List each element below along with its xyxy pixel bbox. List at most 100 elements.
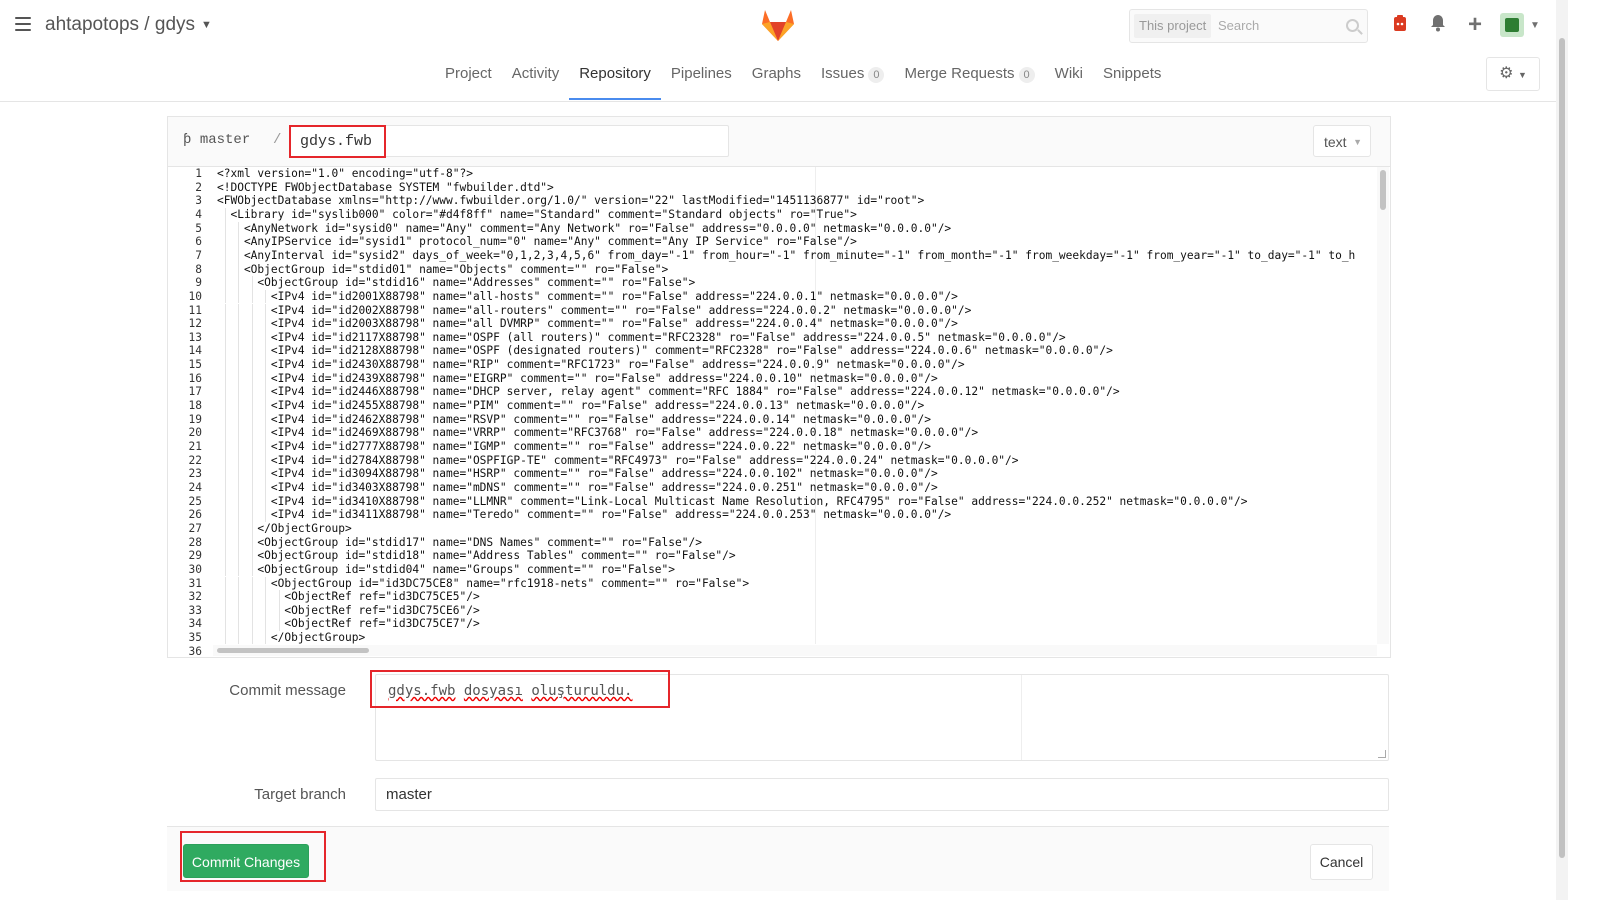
indent-guide: [224, 480, 226, 495]
indent-guide: [265, 330, 266, 345]
tab-issues[interactable]: Issues 0: [811, 52, 894, 98]
code-line[interactable]: <ObjectGroup id="id3DC75CE8" name="rfc19…: [217, 577, 749, 590]
indent-guide: [238, 617, 239, 632]
code-line[interactable]: <IPv4 id="id2002X88798" name="all-router…: [217, 304, 972, 317]
code-line[interactable]: <IPv4 id="id3403X88798" name="mDNS" comm…: [217, 481, 938, 494]
indent-guide: [251, 549, 253, 563]
tab-activity[interactable]: Activity: [502, 52, 570, 98]
code-line[interactable]: <IPv4 id="id2439X88798" name="EIGRP" com…: [217, 372, 938, 385]
indent-guide: [265, 303, 266, 318]
indent-guide: [224, 289, 226, 304]
indent-guide: [251, 508, 253, 522]
tab-wiki[interactable]: Wiki: [1045, 52, 1093, 98]
branch-indicator: ƥ master: [183, 132, 250, 148]
indent-guide: [238, 426, 239, 440]
code-line[interactable]: <IPv4 id="id2455X88798" name="PIM" comme…: [217, 399, 924, 412]
code-editor[interactable]: 1 2 3 4 5 6 7 8 9 10 11 12 13 14 15 16 17 18 19 20 21 22 23 24 2…: [167, 166, 1391, 658]
code-line[interactable]: <ObjectRef ref="id3DC75CE6"/>: [217, 604, 479, 617]
indent-guide: [265, 603, 266, 618]
code-line[interactable]: <ObjectGroup id="stdid16" name="Addresse…: [217, 276, 695, 289]
code-content[interactable]: <?xml version="1.0" encoding="utf-8"?> <!…: [217, 167, 1377, 644]
settings-dropdown-button[interactable]: ⚙ ▼: [1486, 57, 1540, 91]
tab-repository[interactable]: Repository: [569, 52, 661, 100]
page-scrollbar[interactable]: [1556, 0, 1568, 900]
code-line[interactable]: <IPv4 id="id2117X88798" name="OSPF (all …: [217, 331, 1066, 344]
code-line[interactable]: <ObjectRef ref="id3DC75CE7"/>: [217, 617, 479, 630]
code-line[interactable]: </ObjectGroup>: [217, 631, 365, 644]
indent-guide: [251, 440, 253, 454]
code-line[interactable]: <IPv4 id="id2001X88798" name="all-hosts"…: [217, 290, 958, 303]
editor-horizontal-scrollbar[interactable]: [213, 645, 1377, 656]
project-title[interactable]: ahtapotops / gdys ▼: [45, 14, 212, 36]
code-line[interactable]: <IPv4 id="id2462X88798" name="RSVP" comm…: [217, 413, 931, 426]
code-line[interactable]: <AnyIPService id="sysid1" protocol_num="…: [217, 235, 857, 248]
indent-guide: [238, 412, 239, 427]
code-line[interactable]: <IPv4 id="id2446X88798" name="DHCP serve…: [217, 385, 1120, 398]
plus-icon[interactable]: +: [1464, 13, 1486, 37]
target-branch-input[interactable]: master: [375, 778, 1389, 811]
code-line[interactable]: <ObjectGroup id="stdid01" name="Objects"…: [217, 263, 668, 276]
resize-handle-icon[interactable]: [1378, 750, 1386, 758]
code-line[interactable]: <FWObjectDatabase xmlns="http://www.fwbu…: [217, 194, 924, 207]
code-line[interactable]: <ObjectGroup id="stdid18" name="Address …: [217, 549, 735, 562]
indent-guide: [224, 330, 226, 345]
code-line[interactable]: <ObjectRef ref="id3DC75CE5"/>: [217, 590, 479, 603]
tab-snippets[interactable]: Snippets: [1093, 52, 1171, 98]
indent-guide: [265, 371, 266, 386]
code-line[interactable]: <IPv4 id="id2777X88798" name="IGMP" comm…: [217, 440, 931, 453]
code-line[interactable]: <Library id="syslib000" color="#d4f8ff" …: [217, 208, 856, 221]
indent-guide: [238, 631, 239, 644]
line-number: 4: [195, 207, 202, 221]
code-line[interactable]: <IPv4 id="id2003X88798" name="all DVMRP"…: [217, 317, 958, 330]
code-line[interactable]: <ObjectGroup id="stdid04" name="Groups" …: [217, 563, 675, 576]
line-number: 8: [195, 262, 202, 276]
todo-icon[interactable]: [1389, 14, 1411, 36]
code-line[interactable]: <!DOCTYPE FWObjectDatabase SYSTEM "fwbui…: [217, 181, 554, 194]
search-icon[interactable]: [1346, 19, 1359, 32]
tab-merge-requests[interactable]: Merge Requests 0: [894, 52, 1044, 98]
code-line[interactable]: <IPv4 id="id2784X88798" name="OSPFIGP-TE…: [217, 454, 1019, 467]
indent-guide: [238, 262, 239, 277]
line-number: 5: [195, 221, 202, 235]
line-number: 28: [188, 535, 202, 549]
code-line[interactable]: <IPv4 id="id2469X88798" name="VRRP" comm…: [217, 426, 978, 439]
cancel-button[interactable]: Cancel: [1310, 844, 1373, 880]
code-line[interactable]: <IPv4 id="id2430X88798" name="RIP" comme…: [217, 358, 965, 371]
code-line[interactable]: <IPv4 id="id3094X88798" name="HSRP" comm…: [217, 467, 938, 480]
indent-guide: [265, 508, 266, 522]
code-line[interactable]: <IPv4 id="id3410X88798" name="LLMNR" com…: [217, 495, 1248, 508]
code-line[interactable]: <IPv4 id="id3411X88798" name="Teredo" co…: [217, 508, 951, 521]
indent-guide: [224, 317, 226, 331]
bell-icon[interactable]: [1427, 14, 1449, 36]
line-number: 20: [188, 426, 202, 440]
editor-vertical-scrollbar[interactable]: [1377, 167, 1389, 644]
gitlab-logo[interactable]: [760, 8, 796, 42]
tab-graphs[interactable]: Graphs: [742, 52, 811, 98]
search-scope-badge[interactable]: This project: [1134, 14, 1212, 38]
indent-guide: [265, 440, 266, 454]
indent-guide: [251, 521, 253, 536]
code-line[interactable]: <AnyNetwork id="sysid0" name="Any" comme…: [217, 222, 951, 235]
line-number: 22: [188, 453, 202, 467]
chevron-down-icon[interactable]: ▼: [201, 19, 212, 31]
search-input[interactable]: This project Search: [1129, 9, 1368, 43]
indent-guide: [278, 590, 280, 604]
indent-guide: [238, 535, 239, 550]
indent-guide: [251, 480, 253, 495]
chevron-down-icon[interactable]: ▼: [1530, 20, 1540, 31]
avatar[interactable]: [1500, 13, 1524, 37]
tab-project[interactable]: Project: [435, 52, 502, 98]
code-line[interactable]: <ObjectGroup id="stdid17" name="DNS Name…: [217, 536, 702, 549]
indent-guide: [265, 289, 266, 304]
tab-pipelines[interactable]: Pipelines: [661, 52, 742, 98]
code-line[interactable]: <AnyInterval id="sysid2" days_of_week="0…: [217, 249, 1355, 262]
indent-guide: [251, 603, 253, 618]
code-line[interactable]: <IPv4 id="id2128X88798" name="OSPF (desi…: [217, 344, 1113, 357]
project-namespace[interactable]: ahtapotops: [45, 14, 139, 35]
code-line[interactable]: <?xml version="1.0" encoding="utf-8"?>: [217, 167, 473, 180]
indent-guide: [224, 576, 226, 591]
file-mode-select[interactable]: text ▼: [1313, 125, 1371, 157]
hamburger-icon[interactable]: [15, 17, 31, 35]
project-name[interactable]: gdys: [155, 14, 195, 35]
indent-guide: [251, 303, 253, 318]
